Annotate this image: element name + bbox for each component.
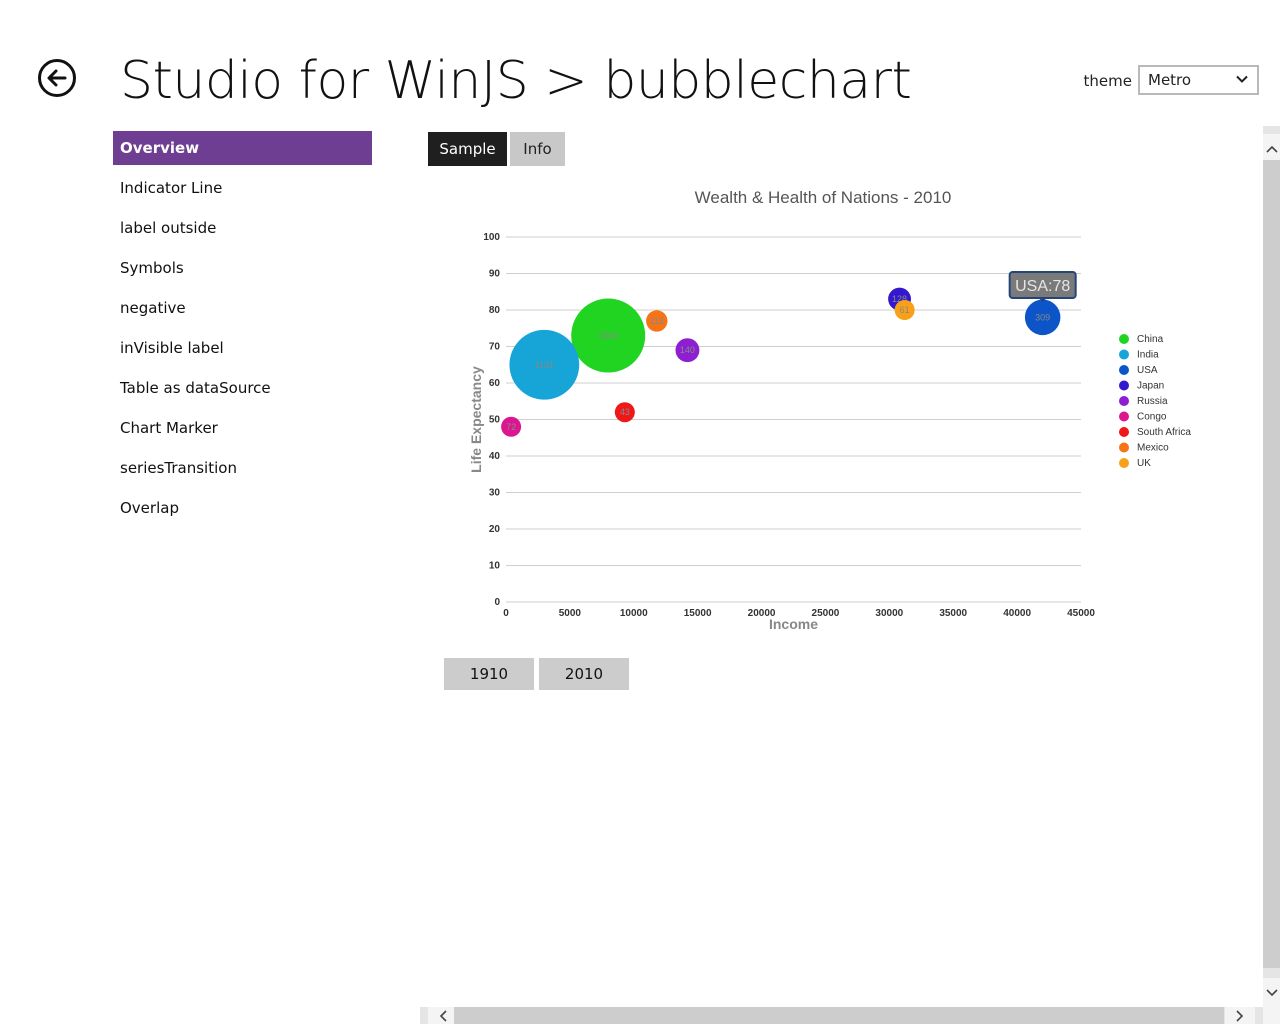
x-tick-label: 35000 <box>939 608 967 619</box>
legend-marker <box>1119 458 1129 468</box>
chevron-up-icon <box>1265 145 1278 153</box>
y-tick-label: 90 <box>489 269 501 280</box>
legend-label: Russia <box>1137 396 1168 407</box>
legend-label: India <box>1137 350 1159 361</box>
year-button-2010[interactable]: 2010 <box>539 658 629 690</box>
legend-marker <box>1119 442 1129 453</box>
legend-marker <box>1119 349 1129 360</box>
bubble-label: 140 <box>680 345 695 355</box>
sidebar-item-table-as-datasource[interactable]: Table as dataSource <box>113 371 372 405</box>
sidebar-item-label-outside[interactable]: label outside <box>113 211 372 245</box>
x-axis-label: Income <box>769 616 818 632</box>
app-window: Studio for WinJS > bubblechart theme Met… <box>0 0 1280 1024</box>
bubble-label: 72 <box>506 422 516 432</box>
legend-label: USA <box>1137 365 1158 376</box>
tooltip-text: USA:78 <box>1015 278 1070 295</box>
scroll-right-button[interactable] <box>1225 1007 1255 1024</box>
sidebar-item-chart-marker[interactable]: Chart Marker <box>113 411 372 445</box>
theme-select-value: Metro <box>1148 71 1192 89</box>
y-tick-label: 40 <box>489 451 501 462</box>
chevron-down-icon <box>1265 989 1278 997</box>
x-tick-label: 15000 <box>684 608 712 619</box>
x-tick-label: 45000 <box>1067 608 1095 619</box>
legend-label: South Africa <box>1137 427 1191 438</box>
bubble-chart: Wealth & Health of Nations - 2010 0 10 20 30… <box>468 188 1191 632</box>
chevron-down-icon <box>1236 75 1248 83</box>
y-tick-label: 0 <box>494 597 500 608</box>
x-tick-label: 0 <box>503 608 509 619</box>
tab-sample[interactable]: Sample <box>428 132 507 166</box>
y-tick-label: 60 <box>489 378 501 389</box>
sidebar-item-overlap[interactable]: Overlap <box>113 491 372 525</box>
y-tick-label: 100 <box>483 232 500 243</box>
legend-label: Congo <box>1137 412 1167 423</box>
back-button[interactable] <box>38 59 76 97</box>
y-tick-label: 10 <box>489 561 501 572</box>
legend-marker <box>1119 396 1129 406</box>
bubble-label: 43 <box>620 407 630 417</box>
sidebar-item-series-transition[interactable]: seriesTransition <box>113 451 372 485</box>
y-tick-label: 50 <box>489 415 501 426</box>
y-axis-label: Life Expectancy <box>468 366 484 473</box>
horizontal-scroll-thumb[interactable] <box>454 1007 1224 1024</box>
y-tick-label: 30 <box>489 488 501 499</box>
legend-marker <box>1119 380 1129 391</box>
bubble-label: 1340 <box>598 331 618 341</box>
page-title: Studio for WinJS > bubblechart <box>120 51 912 111</box>
bubble-label: 1191 <box>535 360 554 370</box>
theme-label: theme <box>1083 72 1132 90</box>
bubble-label: 309 <box>1035 312 1050 322</box>
sidebar-nav: Overview Indicator Line label outside Sy… <box>113 131 372 531</box>
sidebar-item-symbols[interactable]: Symbols <box>113 251 372 285</box>
sidebar-item-indicator-line[interactable]: Indicator Line <box>113 171 372 205</box>
vertical-scroll-thumb[interactable] <box>1263 160 1280 968</box>
legend-marker <box>1119 334 1129 344</box>
back-arrow-icon <box>47 69 67 87</box>
legend-label: UK <box>1137 458 1151 469</box>
chevron-right-icon <box>1236 1009 1244 1022</box>
theme-select[interactable]: Metro <box>1138 65 1259 95</box>
sidebar-item-invisible-label[interactable]: inVisible label <box>113 331 372 365</box>
x-tick-label: 40000 <box>1003 608 1031 619</box>
bubble-label: 61 <box>900 305 910 315</box>
tab-info[interactable]: Info <box>510 132 565 166</box>
vertical-scrollbar[interactable] <box>1263 126 1280 1008</box>
chevron-left-icon <box>439 1009 447 1022</box>
y-tick-label: 70 <box>489 342 501 353</box>
horizontal-scrollbar[interactable] <box>420 1007 1263 1024</box>
x-tick-label: 30000 <box>875 608 903 619</box>
legend-label: Mexico <box>1137 443 1169 454</box>
x-tick-label: 5000 <box>559 608 582 619</box>
legend-label: Japan <box>1137 381 1164 392</box>
bubble-label: 112 <box>650 316 664 326</box>
scrollbar-corner <box>1263 1007 1280 1024</box>
legend-marker <box>1119 365 1129 375</box>
legend-label: China <box>1137 334 1164 345</box>
scroll-down-button[interactable] <box>1263 978 1280 1008</box>
chart-title: Wealth & Health of Nations - 2010 <box>695 188 952 207</box>
y-tick-label: 80 <box>489 305 501 316</box>
sidebar-item-overview[interactable]: Overview <box>113 131 372 165</box>
legend-marker <box>1119 427 1129 437</box>
sidebar-item-negative[interactable]: negative <box>113 291 372 325</box>
year-button-1910[interactable]: 1910 <box>444 658 534 690</box>
y-tick-label: 20 <box>489 524 501 535</box>
x-tick-label: 10000 <box>620 608 648 619</box>
legend-marker <box>1119 411 1129 422</box>
